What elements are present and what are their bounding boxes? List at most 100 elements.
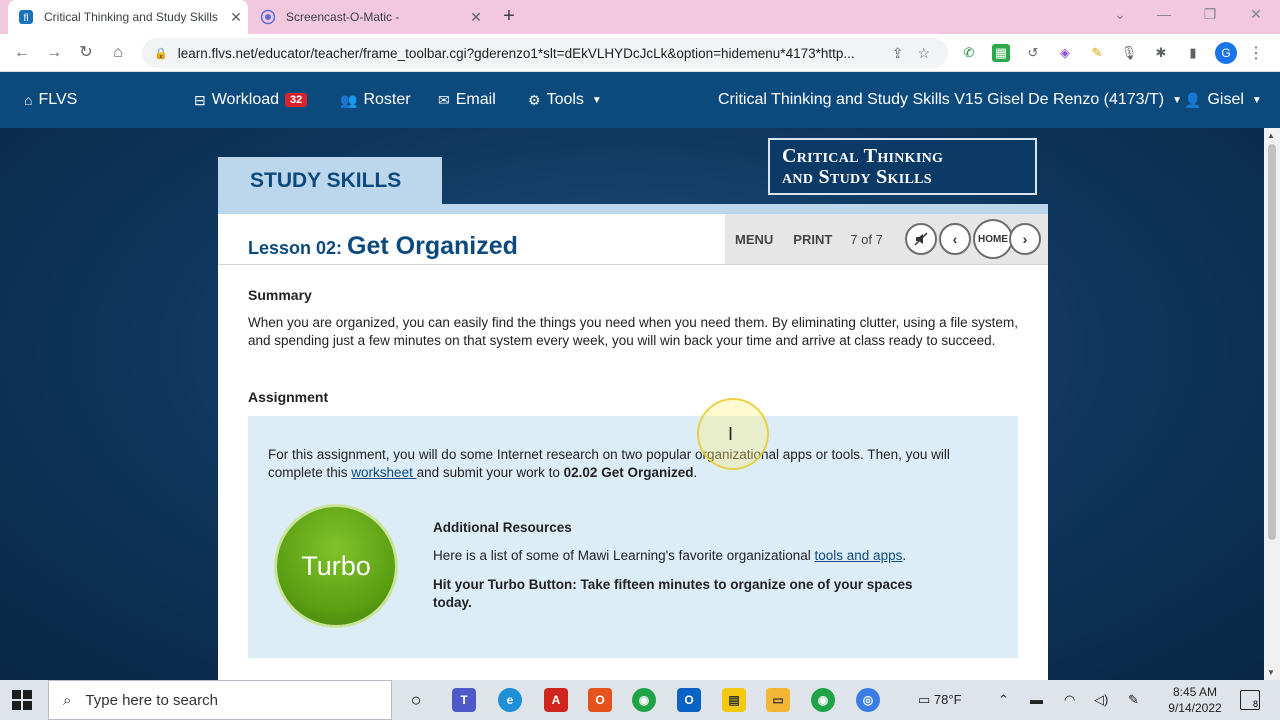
screencast-icon[interactable]: ◎ (856, 688, 880, 712)
resources-heading: Additional Resources (433, 520, 572, 535)
teams-icon[interactable]: T (452, 688, 476, 712)
restore-icon[interactable]: ❐ (1190, 6, 1230, 23)
tab-title: Critical Thinking and Study Skills (44, 10, 218, 24)
extensions-puzzle-icon[interactable]: ✱ (1152, 44, 1170, 62)
close-tab-icon[interactable]: ✕ (224, 9, 248, 26)
wifi-icon[interactable]: ◠ (1064, 692, 1075, 708)
minimize-icon[interactable]: — (1144, 6, 1184, 22)
windows-taskbar: ⌕ Type here to search ○ T e A O ◉ O ▤ ▭ … (0, 680, 1280, 720)
nav-user-menu[interactable]: 👤 Gisel ▼ (1184, 91, 1262, 109)
pen-icon[interactable]: ✎ (1128, 692, 1139, 708)
clock-date: 9/14/2022 (1168, 701, 1222, 715)
users-icon: 👥 (340, 91, 358, 108)
scrollbar-thumb[interactable] (1268, 144, 1276, 540)
volume-icon[interactable]: ◁) (1094, 692, 1108, 708)
nav-tools[interactable]: ⚙ Tools ▼ (528, 91, 602, 109)
weather-temp: 78°F (933, 692, 962, 707)
acrobat-icon[interactable]: A (544, 688, 568, 712)
bookmark-star-icon[interactable]: ☆ (917, 45, 930, 62)
notification-count: 8 (1252, 699, 1258, 709)
nav-email[interactable]: ✉ Email (438, 91, 496, 109)
reload-icon[interactable]: ↻ (74, 42, 98, 64)
file-explorer-icon[interactable]: ▭ (766, 688, 790, 712)
assignment-text-part: . (693, 465, 698, 480)
close-tab-icon[interactable]: ✕ (464, 9, 488, 26)
browser-tab-active[interactable]: fl Critical Thinking and Study Skills ✕ (8, 0, 248, 34)
system-clock[interactable]: 8:45 AM 9/14/2022 (1160, 684, 1230, 716)
nav-email-label: Email (455, 91, 496, 108)
home-icon[interactable]: ⌂ (106, 42, 130, 64)
lesson-number: Lesson 02: (248, 238, 348, 258)
svg-text:fl: fl (24, 13, 29, 24)
pen-extension-icon[interactable]: ✎ (1088, 44, 1106, 62)
outlook-icon[interactable]: O (677, 688, 701, 712)
microphone-extension-icon[interactable]: 🎙 (1120, 44, 1138, 62)
tab-search-chevron-icon[interactable]: ⌄ (1100, 6, 1140, 23)
inbox-icon: ⊟ (194, 91, 206, 108)
profile-avatar[interactable]: G (1215, 42, 1237, 64)
lesson-title: Lesson 02: Get Organized (248, 232, 518, 261)
side-panel-icon[interactable]: ▮ (1184, 44, 1202, 62)
previous-page-button[interactable]: ‹ (939, 223, 971, 255)
nav-course-label: Critical Thinking and Study Skills V15 G… (718, 91, 1165, 108)
lock-icon: 🔒 (154, 47, 168, 60)
home-button[interactable]: HOME (973, 219, 1013, 259)
tab-title: Screencast-O-Matic - (286, 10, 400, 24)
nav-workload-label: Workload (211, 91, 280, 108)
course-logo-line-1: Critical Thinking (782, 145, 944, 167)
search-placeholder: Type here to search (85, 691, 218, 709)
battery-icon[interactable]: ▬ (1030, 692, 1043, 707)
tools-and-apps-link[interactable]: tools and apps (815, 548, 903, 563)
assignment-text-part: and submit your work to (416, 465, 564, 480)
phone-extension-icon[interactable]: ✆ (960, 44, 978, 62)
weather-widget[interactable]: ▭ 78°F (918, 692, 962, 708)
sheets-extension-icon[interactable]: ▦ (992, 44, 1010, 62)
taskbar-search[interactable]: ⌕ Type here to search (48, 680, 392, 720)
windows-start-icon[interactable] (12, 690, 32, 710)
cortana-icon[interactable]: ○ (404, 688, 428, 712)
turbo-button-logo: Turbo (274, 504, 398, 628)
close-window-icon[interactable]: ✕ (1236, 6, 1276, 23)
nav-workload[interactable]: ⊟ Workload 32 (194, 91, 308, 109)
chrome-profile-icon[interactable]: ◉ (811, 688, 835, 712)
edge-icon[interactable]: e (498, 688, 522, 712)
office-icon[interactable]: O (588, 688, 612, 712)
course-logo: Critical Thinking and Study Skills (768, 138, 1037, 195)
sticky-notes-icon[interactable]: ▤ (722, 688, 746, 712)
audio-mute-icon[interactable] (905, 223, 937, 255)
lesson-content: Lesson 02: Get Organized MENU PRINT 7 of… (218, 214, 1048, 680)
next-page-button[interactable]: › (1009, 223, 1041, 255)
assignment-text: For this assignment, you will do some In… (268, 446, 998, 482)
scroll-down-icon[interactable]: ▼ (1267, 668, 1275, 677)
summary-text: When you are organized, you can easily f… (248, 315, 1018, 348)
page-indicator: 7 of 7 (850, 231, 883, 247)
address-bar[interactable]: 🔒 learn.flvs.net/educator/teacher/frame_… (142, 38, 948, 68)
notification-center-icon[interactable]: 8 (1240, 690, 1260, 710)
worksheet-link[interactable]: worksheet (351, 465, 416, 480)
print-button[interactable]: PRINT (793, 232, 832, 247)
scroll-up-icon[interactable]: ▲ (1267, 131, 1275, 140)
nav-course-select[interactable]: Critical Thinking and Study Skills V15 G… (718, 91, 1182, 109)
new-tab-button[interactable]: + (498, 6, 520, 28)
assignment-target: 02.02 Get Organized (563, 465, 694, 480)
chrome-icon[interactable]: ◉ (632, 688, 656, 712)
refresh-extension-icon[interactable]: ↺ (1024, 44, 1042, 62)
weather-icon: ▭ (918, 692, 931, 707)
course-section-tab: STUDY SKILLS (218, 157, 442, 205)
shield-extension-icon[interactable]: ◈ (1056, 44, 1074, 62)
menu-button[interactable]: MENU (735, 232, 773, 247)
nav-flvs-home[interactable]: ⌂ FLVS (24, 91, 77, 109)
share-icon[interactable]: ⇪ (892, 45, 904, 62)
browser-tab-inactive[interactable]: Screencast-O-Matic - ✕ (250, 0, 488, 34)
forward-arrow-icon[interactable]: → (42, 42, 66, 64)
nav-roster-label: Roster (363, 91, 411, 108)
tray-chevron-icon[interactable]: ⌃ (998, 692, 1009, 708)
resources-text: Here is a list of some of Mawi Learning'… (433, 548, 906, 563)
assignment-heading: Assignment (248, 389, 329, 405)
page-scrollbar[interactable]: ▲ ▼ (1264, 128, 1280, 680)
more-menu-icon[interactable]: ⋮ (1248, 43, 1264, 63)
url-text[interactable]: learn.flvs.net/educator/teacher/frame_to… (178, 46, 878, 61)
nav-roster[interactable]: 👥 Roster (340, 91, 411, 109)
resources-text-part: Here is a list of some of Mawi Learning'… (433, 548, 815, 563)
back-arrow-icon[interactable]: ← (10, 42, 34, 64)
